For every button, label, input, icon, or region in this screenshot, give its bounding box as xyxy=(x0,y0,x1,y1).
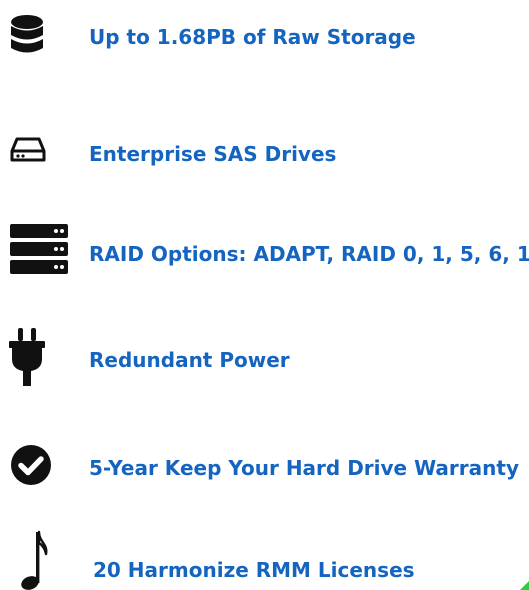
feature-list: Up to 1.68PB of Raw Storage Enterprise S… xyxy=(0,0,529,590)
feature-label: 5-Year Keep Your Hard Drive Warranty xyxy=(89,456,519,480)
feature-item-rmm-licenses: 20 Harmonize RMM Licenses xyxy=(0,530,529,590)
feature-label: Up to 1.68PB of Raw Storage xyxy=(89,25,416,49)
hard-drive-icon xyxy=(10,137,46,162)
power-plug-icon xyxy=(9,328,45,386)
music-note-icon xyxy=(21,530,48,590)
feature-item-redundant-power: Redundant Power xyxy=(0,328,529,388)
feature-label: Enterprise SAS Drives xyxy=(89,142,337,166)
server-rack-icon xyxy=(10,224,68,274)
feature-label: 20 Harmonize RMM Licenses xyxy=(93,558,415,582)
corner-accent-triangle xyxy=(520,581,529,590)
feature-item-warranty: 5-Year Keep Your Hard Drive Warranty xyxy=(0,436,529,496)
feature-label: Redundant Power xyxy=(89,348,290,372)
database-icon xyxy=(11,15,43,53)
feature-item-sas-drives: Enterprise SAS Drives xyxy=(0,122,529,182)
feature-label: RAID Options: ADAPT, RAID 0, 1, 5, 6, 10 xyxy=(89,242,529,266)
feature-item-raw-storage: Up to 1.68PB of Raw Storage xyxy=(0,5,529,65)
feature-item-raid-options: RAID Options: ADAPT, RAID 0, 1, 5, 6, 10 xyxy=(0,222,529,282)
check-circle-icon xyxy=(11,445,51,485)
